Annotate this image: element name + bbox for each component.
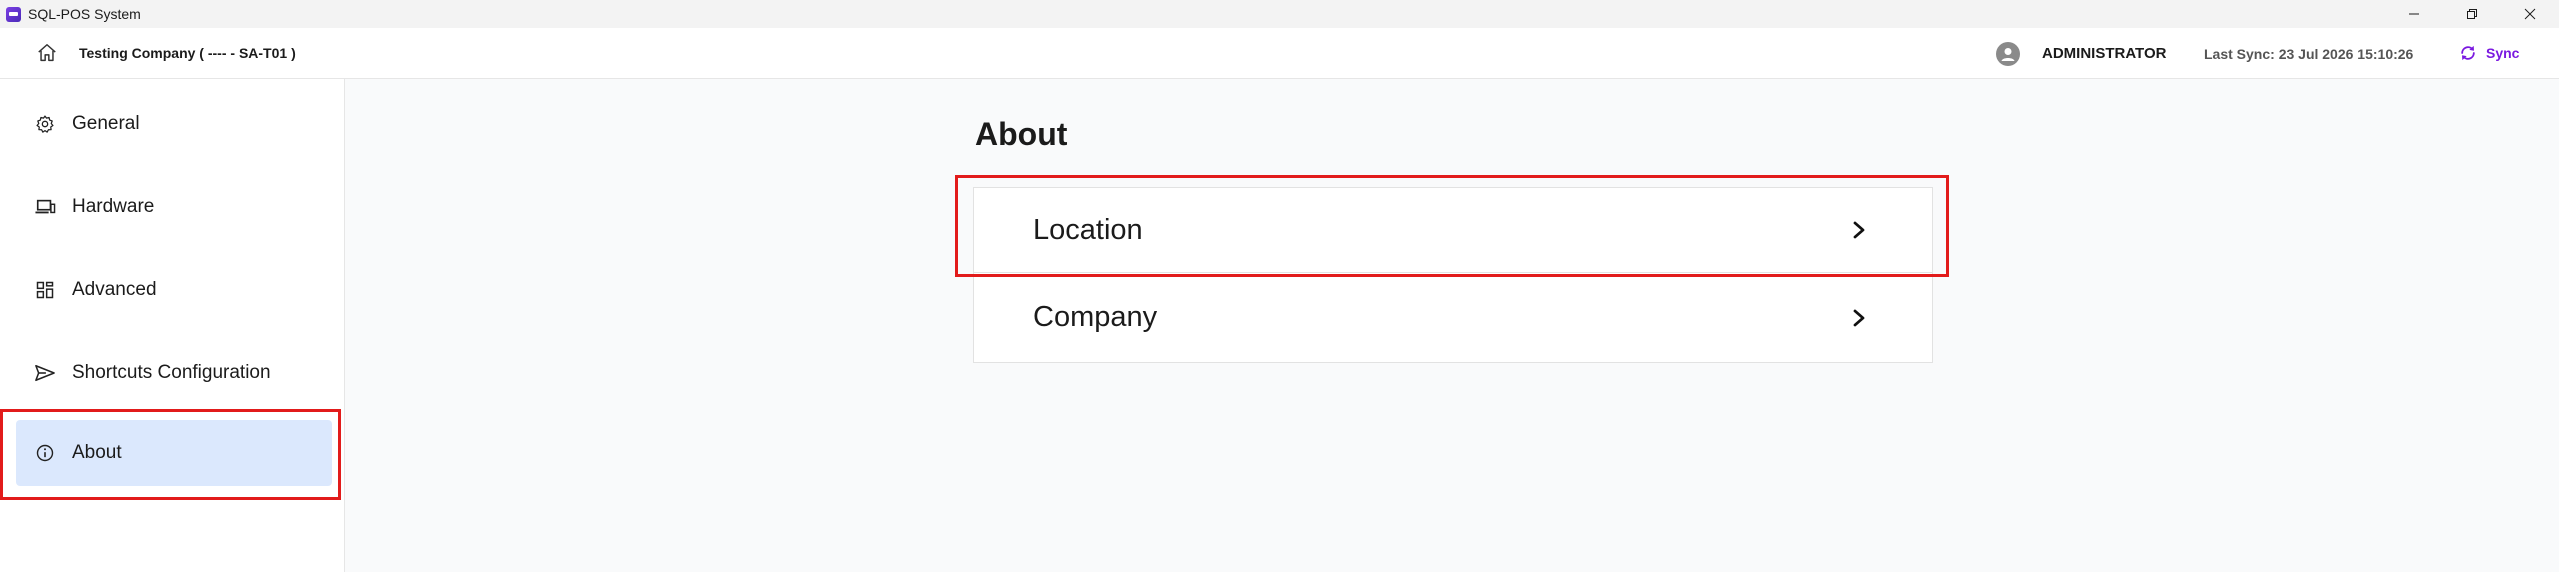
info-icon xyxy=(34,442,56,464)
app-header: Testing Company ( ---- - SA-T01 ) ADMINI… xyxy=(0,28,2559,79)
gear-icon xyxy=(34,113,56,135)
location-label: Location xyxy=(1033,213,1143,246)
sidebar-item-label: General xyxy=(72,113,140,134)
sidebar-item-label: Advanced xyxy=(72,279,157,300)
sidebar-item-about[interactable]: About xyxy=(16,420,332,486)
minimize-button[interactable] xyxy=(2385,0,2443,28)
last-sync-text: Last Sync: 23 Jul 2026 15:10:26 xyxy=(2204,46,2414,62)
location-item[interactable]: Location xyxy=(973,187,1933,273)
minimize-icon xyxy=(2409,13,2419,15)
chevron-right-icon xyxy=(1853,221,1865,239)
close-button[interactable] xyxy=(2501,0,2559,28)
page-title: About xyxy=(975,116,1068,152)
laptop-icon xyxy=(34,196,56,218)
window-titlebar: SQL-POS System xyxy=(0,0,2559,28)
user-name: ADMINISTRATOR xyxy=(2042,45,2167,62)
company-label: Company xyxy=(1033,301,1158,333)
close-icon xyxy=(2524,8,2536,20)
sidebar-item-general[interactable]: General xyxy=(16,91,332,157)
sidebar-item-label: Shortcuts Configuration xyxy=(72,362,271,383)
window-controls xyxy=(2385,0,2559,28)
sidebar-item-label: About xyxy=(72,442,122,463)
window-title: SQL-POS System xyxy=(28,6,141,22)
app-logo xyxy=(6,6,21,22)
sidebar: General Hardware Advanced Shortcuts Conf… xyxy=(0,79,345,572)
sync-button[interactable]: Sync xyxy=(2458,40,2519,66)
avatar[interactable] xyxy=(1996,42,2020,66)
user-icon xyxy=(2001,48,2015,61)
sidebar-item-label: Hardware xyxy=(72,196,155,217)
sidebar-item-advanced[interactable]: Advanced xyxy=(16,257,332,323)
sidebar-item-hardware[interactable]: Hardware xyxy=(16,174,332,240)
company-item[interactable]: Company xyxy=(973,272,1933,363)
send-icon xyxy=(34,362,56,384)
restore-button[interactable] xyxy=(2443,0,2501,28)
restore-icon xyxy=(2467,9,2477,19)
sync-icon xyxy=(2461,45,2475,61)
sidebar-item-shortcuts-configuration[interactable]: Shortcuts Configuration xyxy=(16,340,332,406)
home-icon[interactable] xyxy=(36,42,58,64)
grid-icon xyxy=(34,279,56,301)
chevron-right-icon xyxy=(1853,309,1865,326)
company-name: Testing Company ( ---- - SA-T01 ) xyxy=(79,45,296,61)
sync-label: Sync xyxy=(2486,45,2520,61)
